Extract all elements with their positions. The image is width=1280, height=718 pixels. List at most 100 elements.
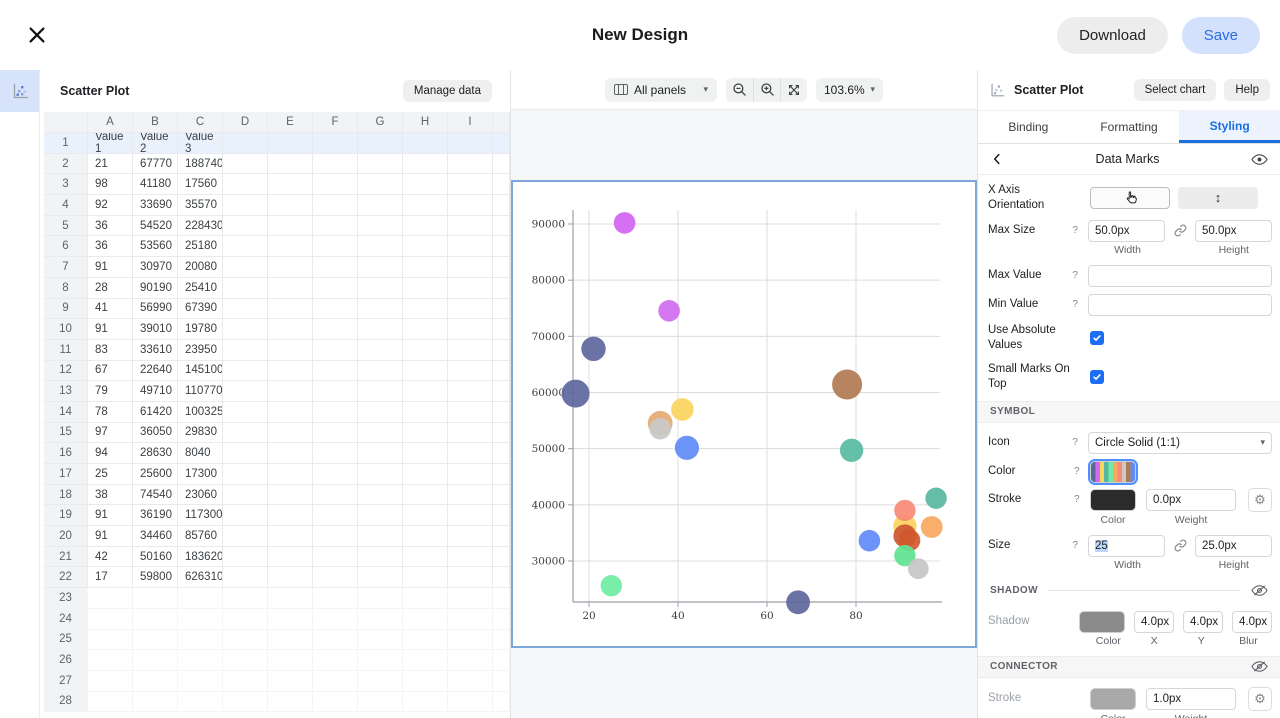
column-header-H[interactable]: H [403, 112, 448, 133]
cell[interactable] [268, 154, 313, 175]
cell[interactable] [403, 547, 448, 568]
cell[interactable] [223, 402, 268, 423]
cell[interactable] [268, 319, 313, 340]
cell[interactable] [403, 174, 448, 195]
cell[interactable] [223, 526, 268, 547]
cell[interactable] [493, 567, 510, 588]
cell[interactable] [313, 547, 358, 568]
cell[interactable] [268, 361, 313, 382]
row-header-12[interactable]: 12 [44, 361, 88, 382]
cell[interactable]: 33610 [133, 340, 178, 361]
rail-scatter-plot-tile[interactable] [0, 70, 39, 112]
row-header-25[interactable]: 25 [44, 630, 88, 651]
cell[interactable]: 21 [88, 154, 133, 175]
cell[interactable] [493, 216, 510, 237]
cell[interactable] [313, 319, 358, 340]
cell[interactable]: 78 [88, 402, 133, 423]
cell[interactable] [358, 650, 403, 671]
cell[interactable] [448, 299, 493, 320]
cell[interactable] [448, 195, 493, 216]
row-header-24[interactable]: 24 [44, 609, 88, 630]
cell[interactable] [358, 692, 403, 713]
cell[interactable] [493, 361, 510, 382]
cell[interactable]: 91 [88, 505, 133, 526]
cell[interactable] [403, 216, 448, 237]
cell[interactable]: 42 [88, 547, 133, 568]
cell[interactable] [223, 216, 268, 237]
row-header-14[interactable]: 14 [44, 402, 88, 423]
cell[interactable] [403, 340, 448, 361]
cell[interactable] [358, 195, 403, 216]
cell[interactable] [493, 526, 510, 547]
cell[interactable]: 25180 [178, 236, 223, 257]
row-header-3[interactable]: 3 [44, 174, 88, 195]
cell[interactable] [268, 174, 313, 195]
row-header-23[interactable]: 23 [44, 588, 88, 609]
cell[interactable] [448, 567, 493, 588]
cell[interactable] [493, 154, 510, 175]
cell[interactable] [223, 692, 268, 713]
cell[interactable]: 61420 [133, 402, 178, 423]
cell[interactable] [493, 319, 510, 340]
cell[interactable] [358, 505, 403, 526]
cell[interactable] [493, 650, 510, 671]
cell[interactable]: 91 [88, 526, 133, 547]
cell[interactable] [268, 340, 313, 361]
shadow-y-input[interactable]: 4.0px [1183, 611, 1223, 633]
row-header-18[interactable]: 18 [44, 485, 88, 506]
cell[interactable] [223, 381, 268, 402]
cell[interactable]: 19780 [178, 319, 223, 340]
row-header-21[interactable]: 21 [44, 547, 88, 568]
cell[interactable] [268, 588, 313, 609]
column-header-A[interactable]: A [88, 112, 133, 133]
cell[interactable] [493, 443, 510, 464]
cell[interactable] [133, 588, 178, 609]
cell[interactable] [223, 464, 268, 485]
cell[interactable] [268, 692, 313, 713]
cell[interactable] [358, 423, 403, 444]
visibility-eye-icon[interactable] [1251, 153, 1268, 166]
cell[interactable] [403, 609, 448, 630]
cell[interactable] [403, 671, 448, 692]
cell[interactable] [313, 464, 358, 485]
cell[interactable] [403, 154, 448, 175]
cell[interactable] [313, 630, 358, 651]
cell[interactable]: 110770 [178, 381, 223, 402]
cell[interactable] [493, 671, 510, 692]
scatter-mark[interactable] [832, 370, 862, 400]
scatter-mark[interactable] [581, 337, 605, 361]
scatter-mark[interactable] [614, 212, 636, 234]
cell[interactable] [358, 278, 403, 299]
cell[interactable] [403, 567, 448, 588]
shadow-blur-input[interactable]: 4.0px [1232, 611, 1272, 633]
cell[interactable] [493, 402, 510, 423]
cell[interactable] [313, 278, 358, 299]
cell[interactable] [268, 547, 313, 568]
cell[interactable] [448, 154, 493, 175]
cell[interactable]: Value 2 [133, 133, 178, 154]
cell[interactable] [268, 443, 313, 464]
cell[interactable] [493, 299, 510, 320]
cell[interactable] [268, 464, 313, 485]
cell[interactable] [358, 381, 403, 402]
cell[interactable] [403, 278, 448, 299]
scatter-mark[interactable] [921, 516, 943, 538]
use-absolute-values-checkbox[interactable] [1090, 331, 1104, 345]
column-header-F[interactable]: F [313, 112, 358, 133]
cell[interactable] [223, 505, 268, 526]
cell[interactable]: 49710 [133, 381, 178, 402]
column-header-B[interactable]: B [133, 112, 178, 133]
cell[interactable] [358, 319, 403, 340]
cell[interactable]: 28 [88, 278, 133, 299]
scatter-mark[interactable] [786, 590, 810, 614]
cell[interactable]: 59800 [133, 567, 178, 588]
cell[interactable] [313, 650, 358, 671]
row-header-5[interactable]: 5 [44, 216, 88, 237]
scatter-mark[interactable] [675, 436, 699, 460]
cell[interactable] [358, 485, 403, 506]
cell[interactable]: 145100 [178, 361, 223, 382]
cell[interactable] [448, 630, 493, 651]
cell[interactable] [313, 423, 358, 444]
row-header-28[interactable]: 28 [44, 692, 88, 713]
cell[interactable] [268, 423, 313, 444]
